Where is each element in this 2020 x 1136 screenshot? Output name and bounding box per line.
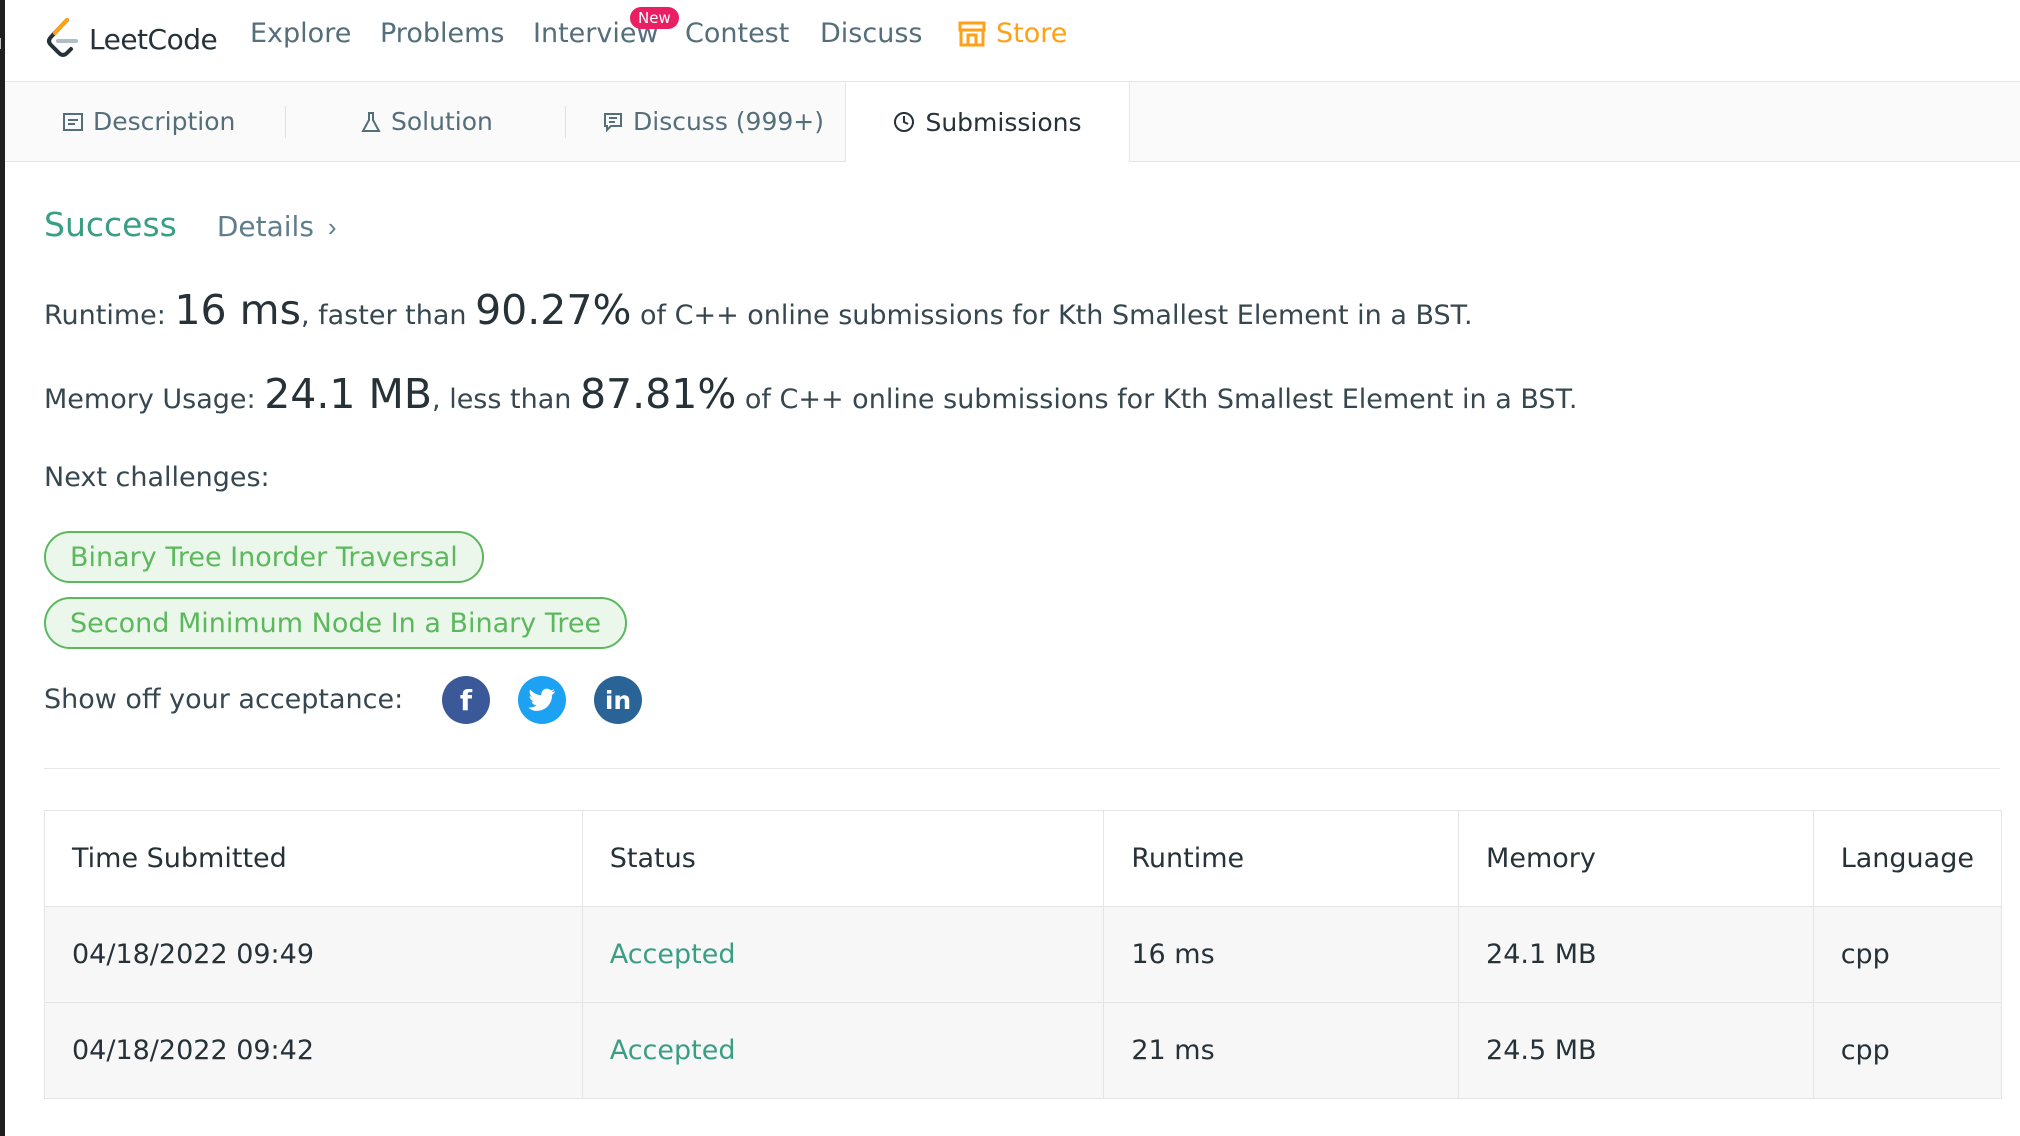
twitter-icon[interactable] [518,676,566,724]
success-status: Success [44,205,177,244]
description-icon [63,112,83,131]
linkedin-icon[interactable]: in [594,676,642,724]
header-runtime: Runtime [1103,810,1460,907]
challenge-tag[interactable]: Binary Tree Inorder Traversal [44,531,484,583]
nav-discuss[interactable]: Discuss [820,18,922,49]
runtime-percentile: 90.27% [475,286,632,334]
nav-problems[interactable]: Problems [380,18,504,49]
table-row[interactable]: 04/18/2022 09:42 Accepted 21 ms 24.5 MB … [44,1002,2003,1099]
cell-memory: 24.1 MB [1458,906,1814,1003]
tab-submissions[interactable]: Submissions [845,82,1130,162]
cell-memory: 24.5 MB [1458,1002,1814,1099]
cell-language: cpp [1812,906,2003,1003]
twitter-bird-icon [528,688,555,711]
memory-tail-text: of C++ online submissions for Kth Smalle… [736,384,1578,415]
header-language: Language [1812,810,2003,907]
runtime-mid-text: , faster than [300,300,476,331]
chevron-right-icon[interactable]: › [328,212,337,243]
cell-runtime: 16 ms [1103,906,1460,1003]
header-memory: Memory [1458,810,1814,907]
cell-language: cpp [1812,1002,2003,1099]
cell-status-link[interactable]: Accepted [581,906,1105,1003]
memory-mid-text: , less than [432,384,580,415]
cell-runtime: 21 ms [1103,1002,1460,1099]
runtime-value: 16 ms [174,286,301,334]
nav-contest[interactable]: Contest [685,18,789,49]
cell-status-link[interactable]: Accepted [581,1002,1105,1099]
tab-solution[interactable]: Solution [361,82,493,161]
new-badge: New [630,7,679,29]
header-time-submitted: Time Submitted [44,810,583,907]
store-icon [958,21,986,46]
next-challenges-label: Next challenges: [44,462,270,493]
clock-icon [894,112,915,132]
tab-description[interactable]: Description [63,82,235,161]
tab-description-label: Description [93,107,236,136]
cell-time-submitted: 04/18/2022 09:42 [44,1002,583,1099]
tab-discuss-label: Discuss (999+) [633,107,824,136]
tab-separator [565,106,566,138]
top-navbar: LeetCode Explore Problems Interview New … [5,0,2020,82]
leetcode-logo-icon [47,18,78,57]
table-row[interactable]: 04/18/2022 09:49 Accepted 16 ms 24.1 MB … [44,906,2003,1003]
comment-icon [604,112,622,132]
logo[interactable]: LeetCode [45,14,218,64]
tab-discuss[interactable]: Discuss (999+) [603,82,824,161]
memory-percentile: 87.81% [579,370,737,418]
logo-text: LeetCode [89,22,218,56]
memory-label: Memory Usage: [44,384,265,415]
store-label: Store [996,18,1068,49]
problem-tabbar: Description Solution Discuss (999+) Subm… [5,82,2020,162]
nav-store[interactable]: Store [958,18,1067,49]
tab-separator [285,106,286,138]
tab-submissions-label: Submissions [925,107,1082,137]
cell-time-submitted: 04/18/2022 09:49 [44,906,583,1003]
challenge-tag[interactable]: Second Minimum Node In a Binary Tree [44,597,628,649]
result-status-row: Success Details › [44,205,337,244]
runtime-tail-text: of C++ online submissions for Kth Smalle… [631,300,1473,331]
tab-solution-label: Solution [391,107,493,136]
share-label: Show off your acceptance: [44,684,404,715]
window-edge: ı [0,0,5,1136]
memory-stat: Memory Usage: 24.1 MB, less than 87.81% … [44,370,1577,418]
facebook-icon[interactable]: f [442,676,490,724]
details-link[interactable]: Details [217,210,314,243]
section-divider [44,768,2000,769]
edge-fragment: ı [0,30,3,54]
memory-value: 24.1 MB [264,370,433,418]
runtime-label: Runtime: [44,300,175,331]
submissions-table: Time Submitted Status Runtime Memory Lan… [44,810,2003,1099]
table-header-row: Time Submitted Status Runtime Memory Lan… [44,810,2003,907]
nav-explore[interactable]: Explore [250,18,351,49]
header-status: Status [581,810,1105,907]
flask-icon [361,111,381,132]
runtime-stat: Runtime: 16 ms, faster than 90.27% of C+… [44,286,1473,334]
